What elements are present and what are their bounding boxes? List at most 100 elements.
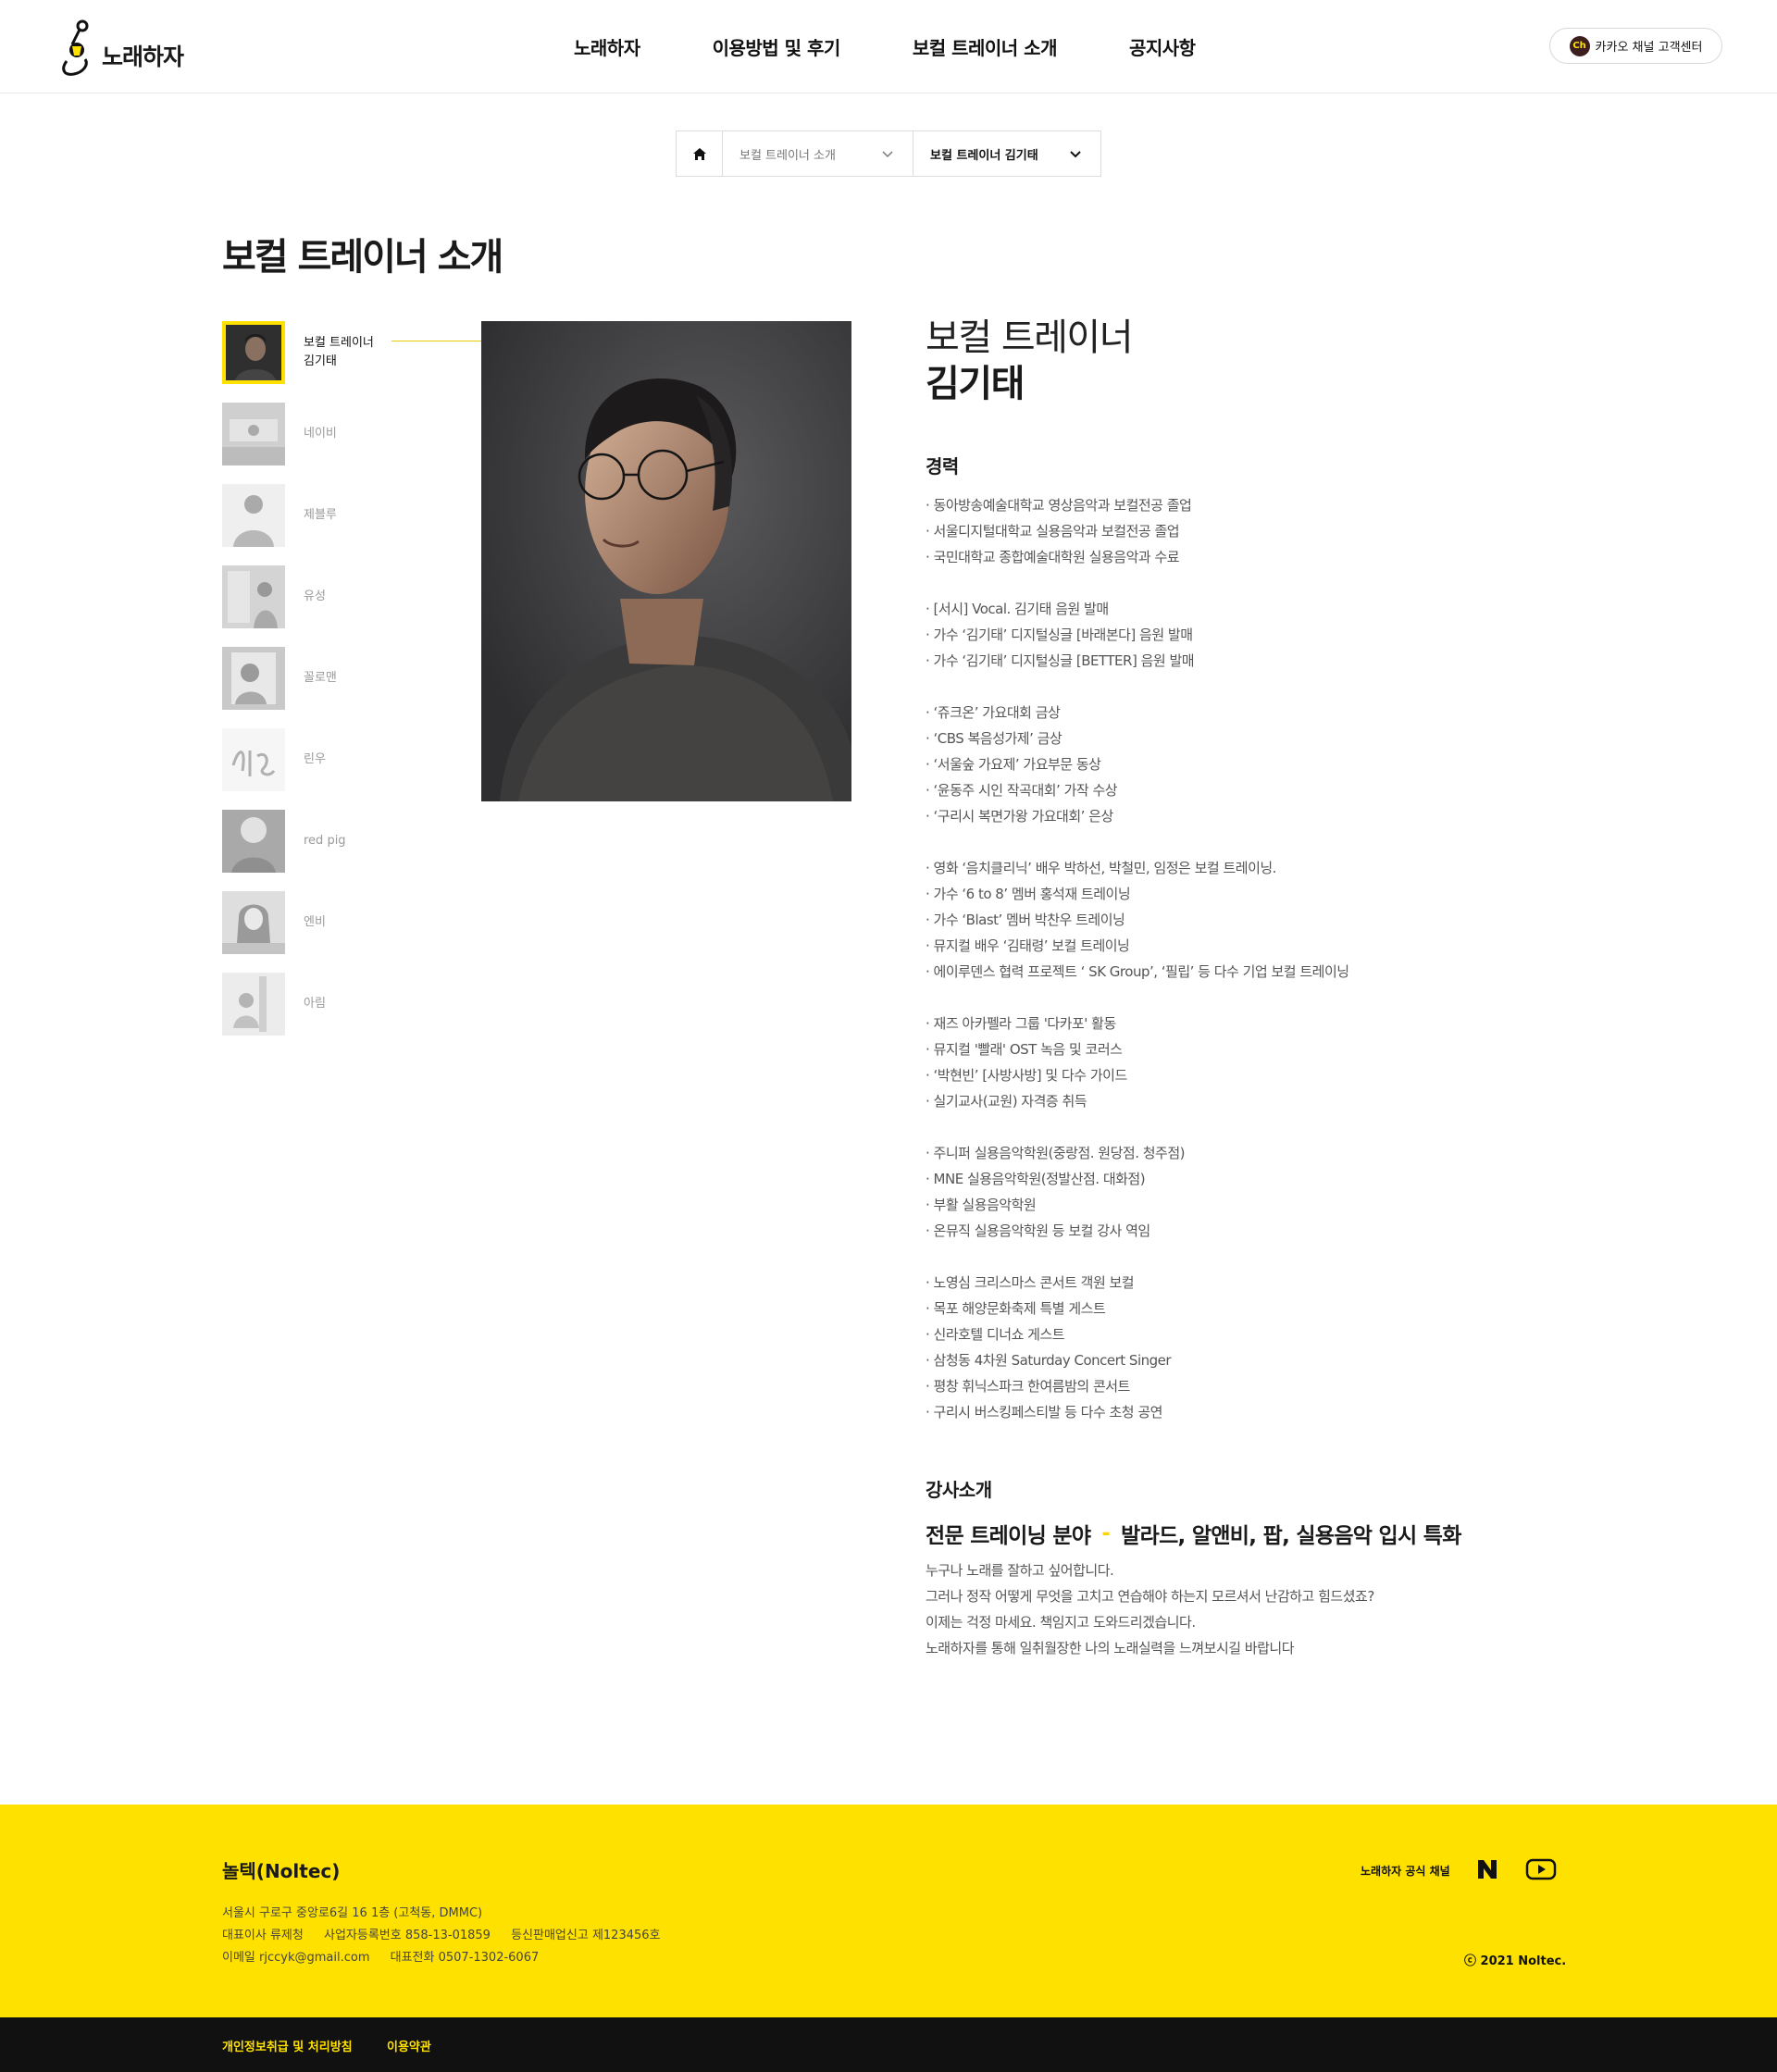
chevron-down-icon bbox=[1070, 151, 1081, 158]
trainer-label: 유성 bbox=[304, 589, 326, 603]
footer-biz-no: 사업자등록번호 858-13-01859 bbox=[324, 1929, 491, 1942]
career-item: · 서울디지털대학교 실용음악과 보컬전공 졸업 bbox=[926, 523, 1180, 540]
intro-line: 노래하자를 통해 일취월장한 나의 노래실력을 느껴보시길 바랍니다 bbox=[926, 1640, 1295, 1656]
breadcrumb-home-button[interactable] bbox=[677, 131, 723, 176]
trainer-thumbnail bbox=[222, 403, 285, 465]
career-group-activities: · 재즈 아카펠라 그룹 '다카포' 활동 · 뮤지컬 '빨래' OST 녹음 … bbox=[926, 1011, 1666, 1114]
career-item: · 온뮤직 실용음악학원 등 보컬 강사 역임 bbox=[926, 1222, 1150, 1239]
career-item: · 부활 실용음악학원 bbox=[926, 1197, 1037, 1213]
career-item: · 가수 ‘김기태’ 디지털싱글 [BETTER] 음원 발매 bbox=[926, 652, 1195, 669]
logo-text: 노래하자 bbox=[102, 43, 184, 70]
specialty-label: 전문 트레이닝 분야 bbox=[926, 1524, 1091, 1548]
trainer-detail-header: 보컬 트레이너 김기태 bbox=[926, 315, 1573, 407]
career-item: · 주니퍼 실용음악학원(중랑점. 원당점. 청주점) bbox=[926, 1145, 1185, 1161]
specialty-value: 발라드, 알앤비, 팝, 실용음악 입시 특화 bbox=[1121, 1518, 1461, 1551]
career-item: · 영화 ‘음치클리닉’ 배우 박하선, 박철민, 임정은 보컬 트레이닝. bbox=[926, 860, 1276, 876]
footer-ceo: 대표이사 류제청 bbox=[222, 1929, 304, 1942]
career-group-academies: · 주니퍼 실용음악학원(중랑점. 원당점. 청주점) · MNE 실용음악학원… bbox=[926, 1140, 1666, 1244]
footer-email: 이메일 rjccyk@gmail.com bbox=[222, 1951, 370, 1965]
career-item: · 국민대학교 종합예술대학원 실용음악과 수료 bbox=[926, 549, 1180, 565]
footer-phone: 대표전화 0507-1302-6067 bbox=[390, 1951, 540, 1965]
career-item: · 신라호텔 디너쇼 게스트 bbox=[926, 1326, 1065, 1343]
career-item: · 뮤지컬 배우 ‘김태령’ 보컬 트레이닝 bbox=[926, 937, 1130, 954]
trainer-item-arim[interactable]: 아림 bbox=[222, 973, 537, 1036]
career-item: · 실기교사(교원) 자격증 취득 bbox=[926, 1093, 1087, 1110]
trainer-thumbnail bbox=[222, 891, 285, 954]
footer-mail-order: 등신판매업신고 제123456호 bbox=[511, 1929, 661, 1942]
nav-link-usage[interactable]: 이용방법 및 후기 bbox=[713, 33, 841, 60]
career-item: · 목포 해양문화축제 특별 게스트 bbox=[926, 1300, 1106, 1317]
trainer-label: 꼴로맨 bbox=[304, 671, 337, 685]
career-item: · 재즈 아카펠라 그룹 '다카포' 활동 bbox=[926, 1015, 1116, 1032]
footer-biz-row: 대표이사 류제청 사업자등록번호 858-13-01859 등신판매업신고 제1… bbox=[222, 1925, 677, 1947]
trainer-thumbnail bbox=[222, 728, 285, 791]
specialty-dash: - bbox=[1101, 1521, 1111, 1545]
logo[interactable]: 노래하자 bbox=[54, 19, 184, 78]
page-title: 보컬 트레이너 소개 bbox=[222, 236, 503, 279]
career-group-education: · 동아방송예술대학교 영상음악과 보컬전공 졸업 · 서울디지털대학교 실용음… bbox=[926, 492, 1666, 570]
footer-company-info: 서울시 구로구 중앙로6길 16 1층 (고척동, DMMC) 대표이사 류제청… bbox=[222, 1903, 677, 1969]
trainer-label: 보컬 트레이너 김기태 bbox=[304, 334, 374, 371]
career-item: · 구리시 버스킹페스티발 등 다수 초청 공연 bbox=[926, 1404, 1162, 1421]
footer-address: 서울시 구로구 중앙로6길 16 1층 (고척동, DMMC) bbox=[222, 1906, 483, 1920]
career-item: · 가수 ‘6 to 8’ 멤버 홍석재 트레이닝 bbox=[926, 886, 1131, 902]
kakao-channel-label: 카카오 채널 고객센터 bbox=[1595, 41, 1703, 55]
trainer-label: 제블루 bbox=[304, 508, 337, 522]
career-item: · 평창 휘닉스파크 한여름밤의 콘서트 bbox=[926, 1378, 1130, 1395]
kakao-channel-button[interactable]: Ch 카카오 채널 고객센터 bbox=[1549, 28, 1722, 64]
footer-channel-label: 노래하자 공식 채널 bbox=[1361, 1865, 1450, 1878]
career-item: · [서시] Vocal. 김기태 음원 발매 bbox=[926, 601, 1109, 617]
career-item: · ‘서울숲 가요제’ 가요부문 동상 bbox=[926, 756, 1101, 773]
career-list: · 동아방송예술대학교 영상음악과 보컬전공 졸업 · 서울디지털대학교 실용음… bbox=[926, 492, 1666, 1451]
trainer-thumbnail bbox=[222, 647, 285, 710]
trainer-thumbnail bbox=[222, 810, 285, 873]
career-item: · ‘CBS 복음성가제’ 금상 bbox=[926, 730, 1062, 747]
footer-company-name: 놀텍(Noltec) bbox=[222, 1860, 341, 1882]
nav-link-home[interactable]: 노래하자 bbox=[574, 33, 640, 60]
trainer-label: 네이비 bbox=[304, 427, 337, 440]
career-item: · 동아방송예술대학교 영상음악과 보컬전공 졸업 bbox=[926, 497, 1192, 514]
trainer-name: 김기태 bbox=[926, 363, 1025, 405]
page: 노래하자 노래하자 이용방법 및 후기 보컬 트레이너 소개 공지사항 Ch 카… bbox=[0, 0, 1777, 2072]
career-group-awards: · ‘쥬크온’ 가요대회 금상 · ‘CBS 복음성가제’ 금상 · ‘서울숲 … bbox=[926, 700, 1666, 829]
trainer-thumbnail bbox=[222, 484, 285, 547]
privacy-policy-link[interactable]: 개인정보취급 및 처리방침 bbox=[222, 2037, 353, 2054]
site-header: 노래하자 노래하자 이용방법 및 후기 보컬 트레이너 소개 공지사항 Ch 카… bbox=[0, 0, 1777, 93]
footer-bottom-bar: 개인정보취급 및 처리방침 이용약관 bbox=[0, 2017, 1777, 2072]
career-item: · ‘박현빈’ [사방사방] 및 다수 가이드 bbox=[926, 1067, 1127, 1084]
career-item: · 가수 ‘Blast’ 멤버 박찬우 트레이닝 bbox=[926, 912, 1125, 928]
nav-link-notice[interactable]: 공지사항 bbox=[1129, 33, 1196, 60]
career-item: · 노영심 크리스마스 콘서트 객원 보컬 bbox=[926, 1274, 1135, 1291]
trainer-label: 아림 bbox=[304, 997, 326, 1011]
trainer-item-redpig[interactable]: red pig bbox=[222, 810, 537, 873]
specialty-line: 전문 트레이닝 분야 - 발라드, 알앤비, 팝, 실용음악 입시 특화 bbox=[926, 1518, 1461, 1551]
career-item: · 삼청동 4차원 Saturday Concert Singer bbox=[926, 1352, 1172, 1369]
breadcrumb-current-label: 보컬 트레이너 김기태 bbox=[930, 148, 1038, 163]
naver-icon[interactable] bbox=[1476, 1858, 1498, 1880]
nav-link-trainers[interactable]: 보컬 트레이너 소개 bbox=[912, 33, 1062, 63]
trainer-label: 엔비 bbox=[304, 915, 326, 929]
youtube-icon[interactable] bbox=[1525, 1858, 1557, 1880]
breadcrumb-trainer-select[interactable]: 보컬 트레이너 김기태 bbox=[913, 131, 1100, 176]
trainer-thumbnail bbox=[222, 973, 285, 1036]
career-group-training: · 영화 ‘음치클리닉’ 배우 박하선, 박철민, 임정은 보컬 트레이닝. ·… bbox=[926, 855, 1666, 985]
trainer-label: red pig bbox=[304, 834, 346, 848]
home-icon bbox=[692, 147, 706, 160]
intro-line: 그러나 정작 어떻게 무엇을 고치고 연습해야 하는지 모르셔서 난감하고 힘드… bbox=[926, 1588, 1374, 1605]
career-group-releases: · [서시] Vocal. 김기태 음원 발매 · 가수 ‘김기태’ 디지털싱글… bbox=[926, 596, 1666, 674]
breadcrumb-section-label: 보컬 트레이너 소개 bbox=[739, 148, 836, 163]
career-group-performances: · 노영심 크리스마스 콘서트 객원 보컬 · 목포 해양문화축제 특별 게스트… bbox=[926, 1270, 1666, 1425]
career-item: · 뮤지컬 '빨래' OST 녹음 및 코러스 bbox=[926, 1041, 1123, 1058]
terms-link[interactable]: 이용약관 bbox=[387, 2037, 431, 2054]
site-footer: 놀텍(Noltec) 서울시 구로구 중앙로6길 16 1층 (고척동, DMM… bbox=[0, 1805, 1777, 2017]
career-title: 경력 bbox=[926, 455, 959, 478]
trainer-role: 보컬 트레이너 bbox=[926, 316, 1134, 359]
breadcrumb: 보컬 트레이너 소개 보컬 트레이너 김기태 bbox=[676, 130, 1101, 177]
trainer-photo bbox=[481, 321, 851, 801]
trainer-thumbnail bbox=[222, 321, 285, 384]
intro-line: 이제는 걱정 마세요. 책임지고 도와드리겠습니다. bbox=[926, 1614, 1196, 1631]
career-item: · ‘쥬크온’ 가요대회 금상 bbox=[926, 704, 1061, 721]
trainer-item-envy[interactable]: 엔비 bbox=[222, 891, 537, 954]
chevron-down-icon bbox=[882, 151, 893, 158]
breadcrumb-section-select[interactable]: 보컬 트레이너 소개 bbox=[723, 131, 913, 176]
